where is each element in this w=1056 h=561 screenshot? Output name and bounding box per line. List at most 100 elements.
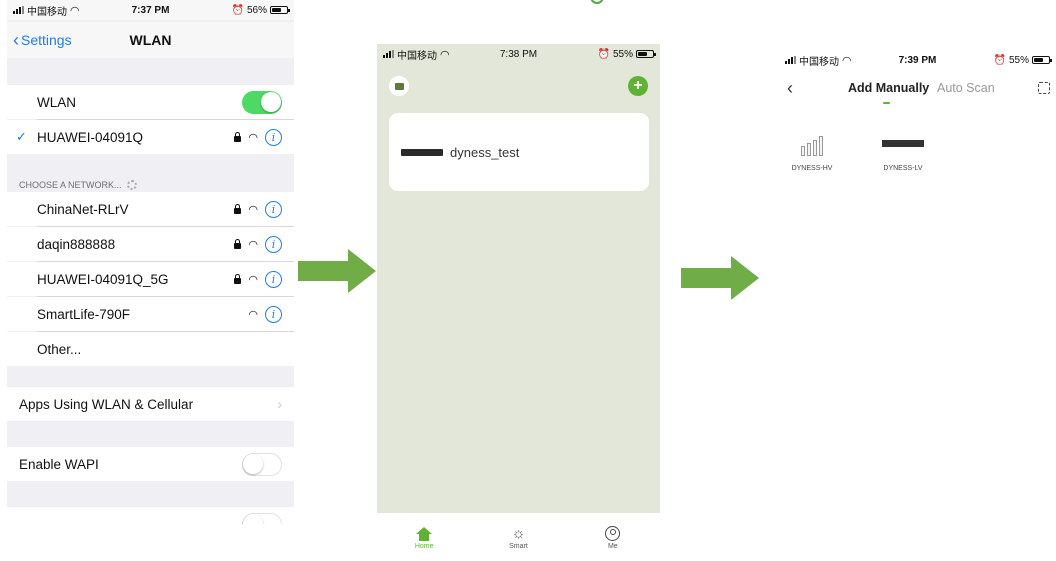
wapi-label: Enable WAPI — [19, 456, 99, 472]
status-time: 7:38 PM — [499, 48, 538, 60]
tab-auto-scan[interactable]: Auto Scan — [937, 81, 995, 95]
carrier-text: 中国移动 — [27, 6, 67, 18]
chevron-right-icon: › — [277, 396, 282, 412]
wifi-icon: ◠ — [248, 273, 258, 286]
status-bar: 中国移动 ◠ 7:38 PM ⏰ 55% — [377, 44, 660, 64]
network-row[interactable]: SmartLife-790F ◠ i — [7, 297, 294, 331]
carrier-text: 中国移动 — [799, 56, 839, 68]
sun-icon: ☼ — [511, 525, 526, 542]
choose-network-header: CHOOSE A NETWORK... — [19, 180, 137, 190]
alarm-icon: ⏰ — [231, 4, 244, 16]
lock-icon — [234, 239, 242, 249]
wifi-icon: ◠ — [248, 203, 258, 216]
network-row[interactable]: daqin888888 ◠ i — [7, 227, 294, 261]
tab-label: Smart — [509, 543, 528, 550]
wifi-icon: ◠ — [440, 48, 450, 61]
info-icon[interactable]: i — [265, 270, 282, 288]
flow-arrow-right-icon — [298, 249, 376, 293]
network-name: Other... — [37, 341, 82, 357]
lock-icon — [234, 132, 242, 142]
app-home-screen: 中国移动 ◠ 7:38 PM ⏰ 55% + dyness_test Home ☼ S… — [377, 44, 660, 561]
info-icon[interactable]: i — [265, 200, 282, 218]
status-time: 7:39 PM — [898, 54, 937, 66]
wlan-toggle[interactable] — [242, 90, 282, 114]
app-logo-icon[interactable] — [389, 76, 409, 96]
add-device-screen: 中国移动 ◠ 7:39 PM ⏰ 55% ‹ Add Manually Auto S… — [779, 50, 1056, 561]
checkmark-icon: ✓ — [16, 129, 27, 144]
wifi-icon: ◠ — [248, 238, 258, 251]
tab-smart[interactable]: ☼ Smart — [498, 526, 538, 550]
device-type-label: DYNESS-LV — [883, 165, 923, 172]
home-icon — [416, 526, 433, 541]
user-icon — [605, 526, 621, 541]
cropped-row — [7, 507, 294, 524]
cropped-top-annotation — [590, 0, 850, 4]
alarm-icon: ⏰ — [993, 54, 1006, 66]
chevron-left-icon: ‹ — [13, 30, 19, 50]
back-label: Settings — [21, 32, 72, 48]
other-network-row[interactable]: Other... — [7, 332, 294, 366]
alarm-icon: ⏰ — [597, 48, 610, 60]
wlan-label: WLAN — [37, 94, 77, 110]
tab-label: Home — [414, 542, 434, 550]
wifi-icon: ◠ — [248, 308, 258, 321]
network-row[interactable]: HUAWEI-04091Q_5G ◠ i — [7, 262, 294, 296]
network-name: HUAWEI-04091Q_5G — [37, 271, 169, 287]
stage: 中国移动 ◠ 7:37 PM ⏰ 56% ‹ Settings WLAN WLAN ✓… — [0, 0, 1056, 561]
add-device-button[interactable]: + — [628, 76, 648, 96]
signal-icon — [383, 50, 394, 58]
status-bar: 中国移动 ◠ 7:39 PM ⏰ 55% — [779, 50, 1056, 70]
wifi-icon: ◠ — [70, 4, 80, 17]
wapi-toggle[interactable] — [242, 452, 282, 476]
info-icon[interactable]: i — [265, 235, 282, 253]
wifi-icon: ◠ — [248, 131, 258, 144]
device-type-hv[interactable]: DYNESS-HV — [779, 134, 845, 172]
device-type-label: DYNESS-HV — [791, 165, 833, 172]
wlan-settings-screen: 中国移动 ◠ 7:37 PM ⏰ 56% ‹ Settings WLAN WLAN ✓… — [7, 0, 294, 524]
battery-device-icon — [401, 148, 443, 156]
network-name: daqin888888 — [37, 236, 116, 252]
status-bar: 中国移动 ◠ 7:37 PM ⏰ 56% — [7, 0, 294, 20]
device-name: dyness_test — [450, 144, 520, 160]
battery-icon — [635, 50, 656, 58]
network-row[interactable]: ChinaNet-RLrV ◠ i — [7, 192, 294, 226]
status-time: 7:37 PM — [131, 4, 170, 16]
tab-label: Me — [607, 543, 618, 550]
battery-percent: 55% — [612, 48, 633, 60]
wlan-row: WLAN — [7, 85, 294, 119]
enable-wapi-row: Enable WAPI — [7, 447, 294, 481]
battery-icon — [1031, 56, 1052, 64]
lock-icon — [234, 274, 242, 284]
tab-me[interactable]: Me — [593, 526, 633, 550]
device-card[interactable]: dyness_test — [389, 113, 649, 191]
network-name: ChinaNet-RLrV — [37, 201, 129, 217]
apps-using-label: Apps Using WLAN & Cellular — [19, 396, 194, 412]
info-icon[interactable]: i — [265, 128, 282, 146]
apps-using-wlan-row[interactable]: Apps Using WLAN & Cellular › — [7, 387, 294, 421]
tab-add-manually[interactable]: Add Manually — [848, 81, 929, 95]
cropped-toggle[interactable] — [242, 512, 282, 524]
scan-icon[interactable] — [1038, 82, 1050, 94]
loading-spinner-icon — [126, 180, 137, 190]
battery-icon — [270, 6, 291, 14]
device-type-lv[interactable]: DYNESS-LV — [870, 134, 936, 172]
network-name: SmartLife-790F — [37, 306, 131, 322]
wifi-icon: ◠ — [842, 54, 852, 67]
battery-percent: 55% — [1008, 54, 1029, 66]
nav-bar: ‹ Settings WLAN — [7, 22, 294, 58]
hv-battery-icon — [801, 134, 823, 156]
signal-icon — [13, 6, 24, 14]
network-name: HUAWEI-04091Q — [37, 129, 144, 145]
add-device-header: ‹ Add Manually Auto Scan — [779, 76, 1056, 100]
info-icon[interactable]: i — [265, 305, 282, 323]
connected-network-row[interactable]: ✓ HUAWEI-04091Q ◠ i — [7, 120, 294, 154]
back-button[interactable]: ‹ Settings — [13, 30, 72, 50]
back-button[interactable]: ‹ — [787, 78, 793, 99]
active-tab-indicator — [883, 102, 890, 104]
flow-arrow-right-icon — [681, 256, 759, 300]
bottom-tab-bar: Home ☼ Smart Me — [377, 513, 660, 561]
tab-home[interactable]: Home — [404, 526, 444, 550]
section-header-text: CHOOSE A NETWORK... — [19, 180, 122, 190]
carrier-text: 中国移动 — [397, 50, 437, 62]
battery-percent: 56% — [247, 4, 268, 16]
